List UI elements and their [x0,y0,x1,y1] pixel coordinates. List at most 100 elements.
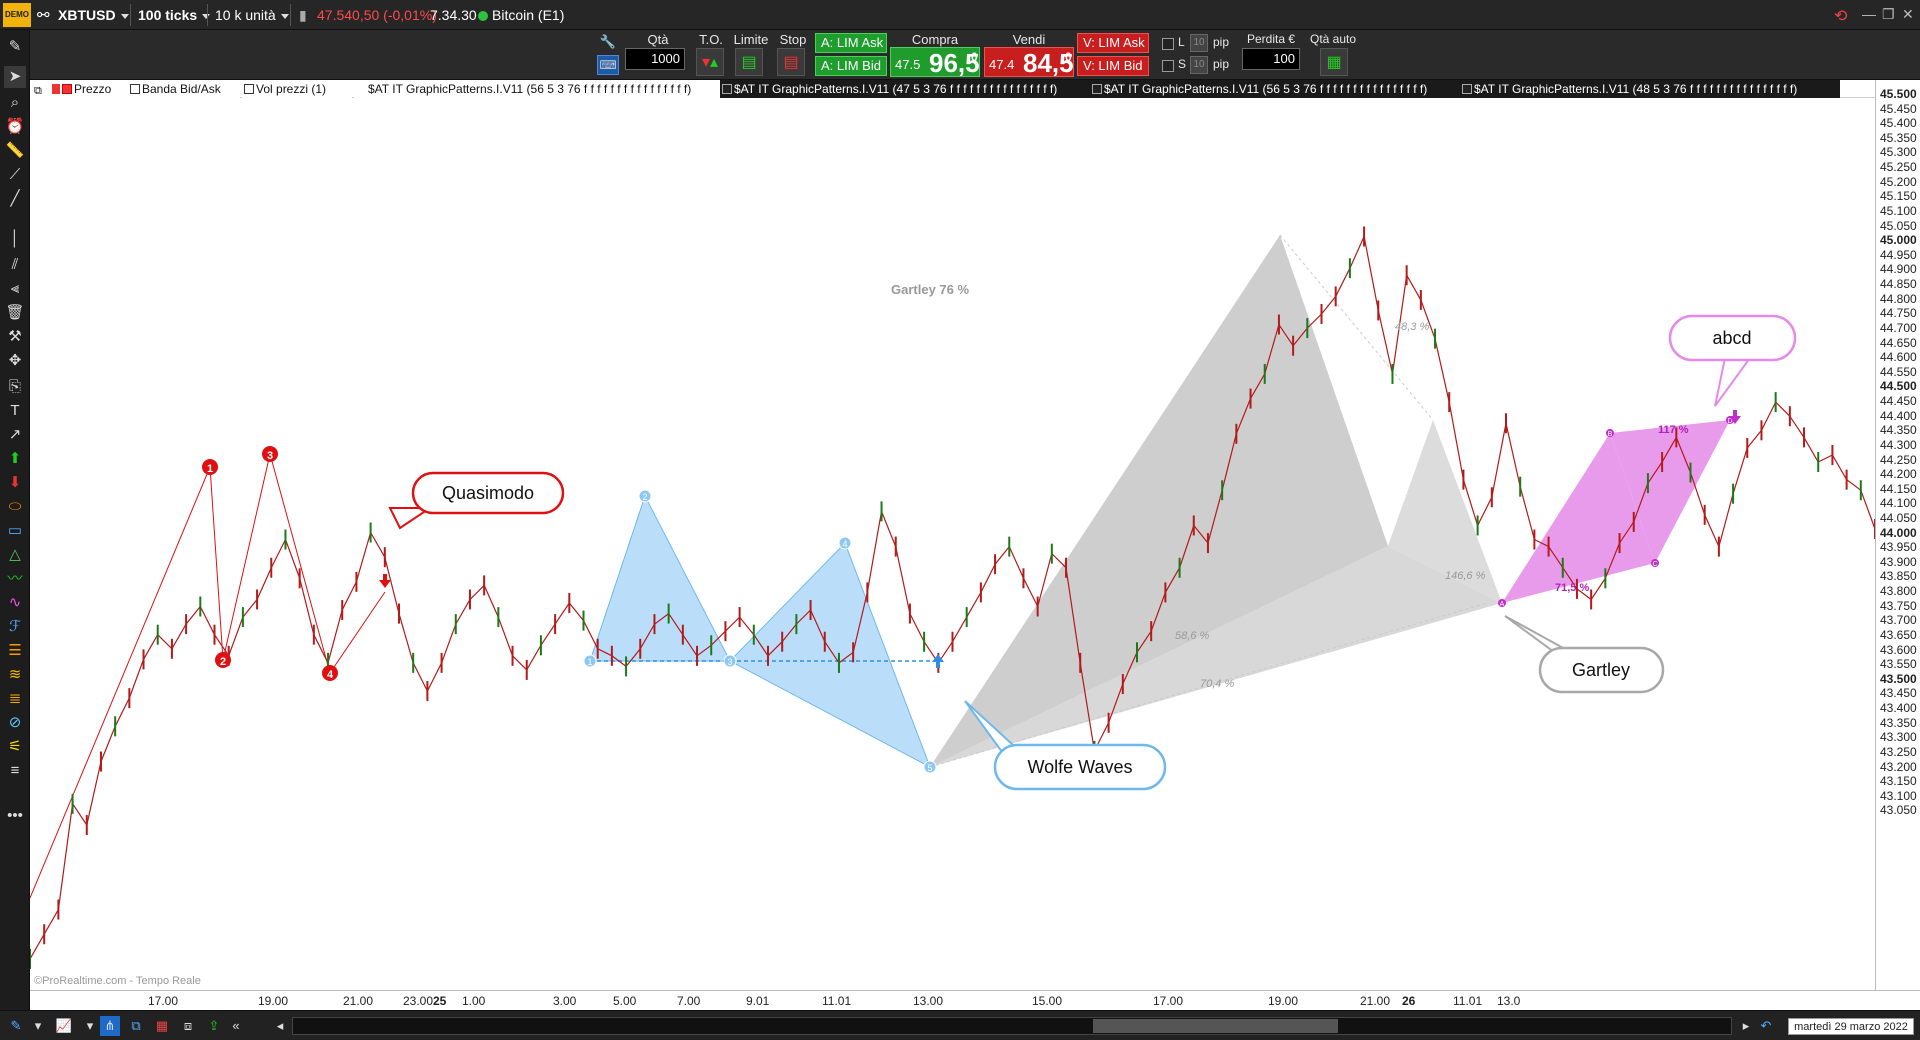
scroll-left-fast-icon[interactable]: « [226,1016,246,1036]
segment-icon[interactable]: ⟋ [4,164,26,186]
time-tick: 21.00 [1360,994,1391,1008]
limit-order-button[interactable]: ▤ [735,48,763,76]
auto-qty-label: Qtà auto [1309,32,1357,46]
tab-label: $AT IT GraphicPatterns.I.V11 (56 5 3 76 … [1104,82,1428,96]
s-checkbox[interactable] [1162,60,1174,72]
triangle-icon[interactable]: △ [4,544,26,566]
symbol-selector[interactable]: XBTUSD [58,7,129,23]
export-icon[interactable]: ⇪ [204,1016,224,1036]
share-icon[interactable]: ⋔ [100,1016,120,1036]
fib-levels-icon[interactable]: ≣ [4,688,26,710]
price-tick: 43.400 [1880,701,1917,716]
close-button[interactable]: ✕ [1902,6,1914,23]
trash-icon[interactable]: 🗑 [4,302,26,324]
time-axis[interactable]: 17.00 19.00 21.00 23.00 25 1.00 3.00 5.00 7.00 9.… [30,990,1920,1010]
buy-limit-ask-button[interactable]: A: LIM Ask [815,33,887,53]
window-icon[interactable]: ⧉ [126,1016,146,1036]
gartley-percent-label: 58,6 % [1175,630,1209,642]
draw-icon[interactable]: ✎ [6,1016,26,1036]
more-icon[interactable]: ••• [4,805,26,827]
price-chart[interactable]: 1 2 3 4 1 2 3 4 5 A B C D 48,3 % 58,6 % … [29,98,1876,990]
vertical-line-icon[interactable]: │ [4,228,26,250]
price-axis[interactable]: 45.500 45.450 45.400 45.350 45.300 45.250 45.2… [1875,80,1920,990]
tab-graphic-patterns-1[interactable]: $AT IT GraphicPatterns.I.V11 (56 5 3 76 … [354,80,724,98]
keyboard-icon[interactable]: ⌨ [597,55,619,75]
wave-icon[interactable]: ∿ [4,592,26,614]
fib-arcs-icon[interactable]: ≋ [4,664,26,686]
scroll-left-icon[interactable]: ◂ [270,1016,290,1036]
indicator-tabs: ⧉ Prezzo Banda Bid/Ask Vol prezzi (1) $A… [30,80,1880,98]
undo-icon[interactable]: ↶ [1756,1016,1776,1036]
pattern-icon[interactable]: ⚟ [4,736,26,758]
limit-label: Limite [733,32,769,47]
line-icon[interactable]: ╱ [4,188,26,210]
sell-limit-ask-button[interactable]: V: LIM Ask [1077,33,1149,53]
minimize-button[interactable]: — [1862,6,1876,22]
l-pip-input[interactable]: 10 [1190,34,1208,52]
sell-limit-bid-button[interactable]: V: LIM Bid [1077,56,1149,76]
list-icon[interactable]: ≡ [4,760,26,782]
cursor-icon[interactable]: ➤ [4,66,26,88]
s-pip-input[interactable]: 10 [1190,56,1208,74]
alarm-icon[interactable]: ⏰ [4,116,26,138]
up-arrow-icon[interactable]: ⬆ [4,448,26,470]
chevron-down-icon[interactable]: ▾ [80,1016,100,1036]
pencil-icon[interactable]: ✎ [4,36,26,58]
fibonacci-icon[interactable]: ℱ [4,616,26,638]
tab-label: $AT IT GraphicPatterns.I.V11 (56 5 3 76 … [368,82,692,96]
polyline-icon[interactable]: 〰 [4,568,26,590]
scroll-right-icon[interactable]: ▸ [1736,1016,1756,1036]
l-checkbox[interactable] [1162,38,1174,50]
sell-button[interactable]: 47.4 84,5 0 [984,47,1074,78]
zoom-icon[interactable]: ⌕ [4,92,26,114]
tab-vol-prezzi[interactable]: Vol prezzi (1) [242,80,352,98]
rectangle-icon[interactable]: ▭ [4,520,26,542]
to-order-button[interactable]: ▾▴ [696,48,724,76]
callout-quasimodo: Quasimodo [388,471,565,530]
tab-graphic-patterns-2[interactable]: $AT IT GraphicPatterns.I.V11 (47 5 3 76 … [720,80,1100,98]
info-icon[interactable]: ▮ [299,7,307,24]
price-tick: 43.950 [1880,540,1917,555]
tools-icon[interactable]: ⚒ [4,326,26,348]
copy-icon[interactable]: ⎘ [4,376,26,398]
buy-limit-bid-button[interactable]: A: LIM Bid [815,56,887,76]
chart-scrollbar[interactable] [292,1017,1732,1035]
wrench-icon[interactable]: 🔧 [597,33,619,53]
tab-graphic-patterns-4[interactable]: $AT IT GraphicPatterns.I.V11 (48 5 3 76 … [1460,80,1840,98]
arrow-icon[interactable]: ↗ [4,424,26,446]
tab-graphic-patterns-3[interactable]: $AT IT GraphicPatterns.I.V11 (56 5 3 76 … [1090,80,1470,98]
price-tick: 44.200 [1880,467,1917,482]
stop-order-button[interactable]: ▤ [777,48,805,76]
restore-button[interactable]: ❐ [1882,6,1895,23]
tab-banda-bid-ask[interactable]: Banda Bid/Ask [128,80,240,98]
fan-icon[interactable]: ⫷ [4,278,26,300]
down-arrow-icon[interactable]: ⬇ [4,472,26,494]
scrollbar-thumb[interactable] [1093,1019,1338,1033]
current-date: martedì 29 marzo 2022 [1788,1018,1914,1035]
chevron-down-icon [280,13,289,19]
tab-prezzo[interactable]: Prezzo [60,80,128,98]
price-tick: 45.000 [1880,233,1917,248]
time-tick: 19.00 [258,994,289,1008]
qty-input[interactable]: 1000 [625,48,685,70]
units-selector[interactable]: 10 k unità [215,7,289,23]
ellipse-icon[interactable]: ⬭ [4,496,26,518]
calculator-icon[interactable]: ▦ [152,1016,172,1036]
move-icon[interactable]: ✥ [4,350,26,372]
auto-qty-button[interactable]: ▦ [1320,48,1348,76]
gann-icon[interactable]: ⊘ [4,712,26,734]
ruler-icon[interactable]: 📏 [4,140,26,162]
price-tick: 44.100 [1880,496,1917,511]
screens-icon[interactable]: ⧈ [178,1016,198,1036]
fib-fan-icon[interactable]: ☰ [4,640,26,662]
ticks-selector[interactable]: 100 ticks [138,7,211,23]
text-icon[interactable]: T [4,400,26,422]
channel-icon[interactable]: ⫽ [4,254,26,276]
to-label: T.O. [699,32,723,47]
loss-input[interactable]: 100 [1242,48,1300,70]
chart-type-icon[interactable]: 📈 [54,1016,74,1036]
link-icon[interactable]: ⚯ [37,6,50,24]
buy-button[interactable]: 47.5 96,5 0 [890,47,980,78]
refresh-icon[interactable]: ⟲ [1834,6,1847,26]
chevron-down-icon[interactable]: ▾ [28,1016,48,1036]
